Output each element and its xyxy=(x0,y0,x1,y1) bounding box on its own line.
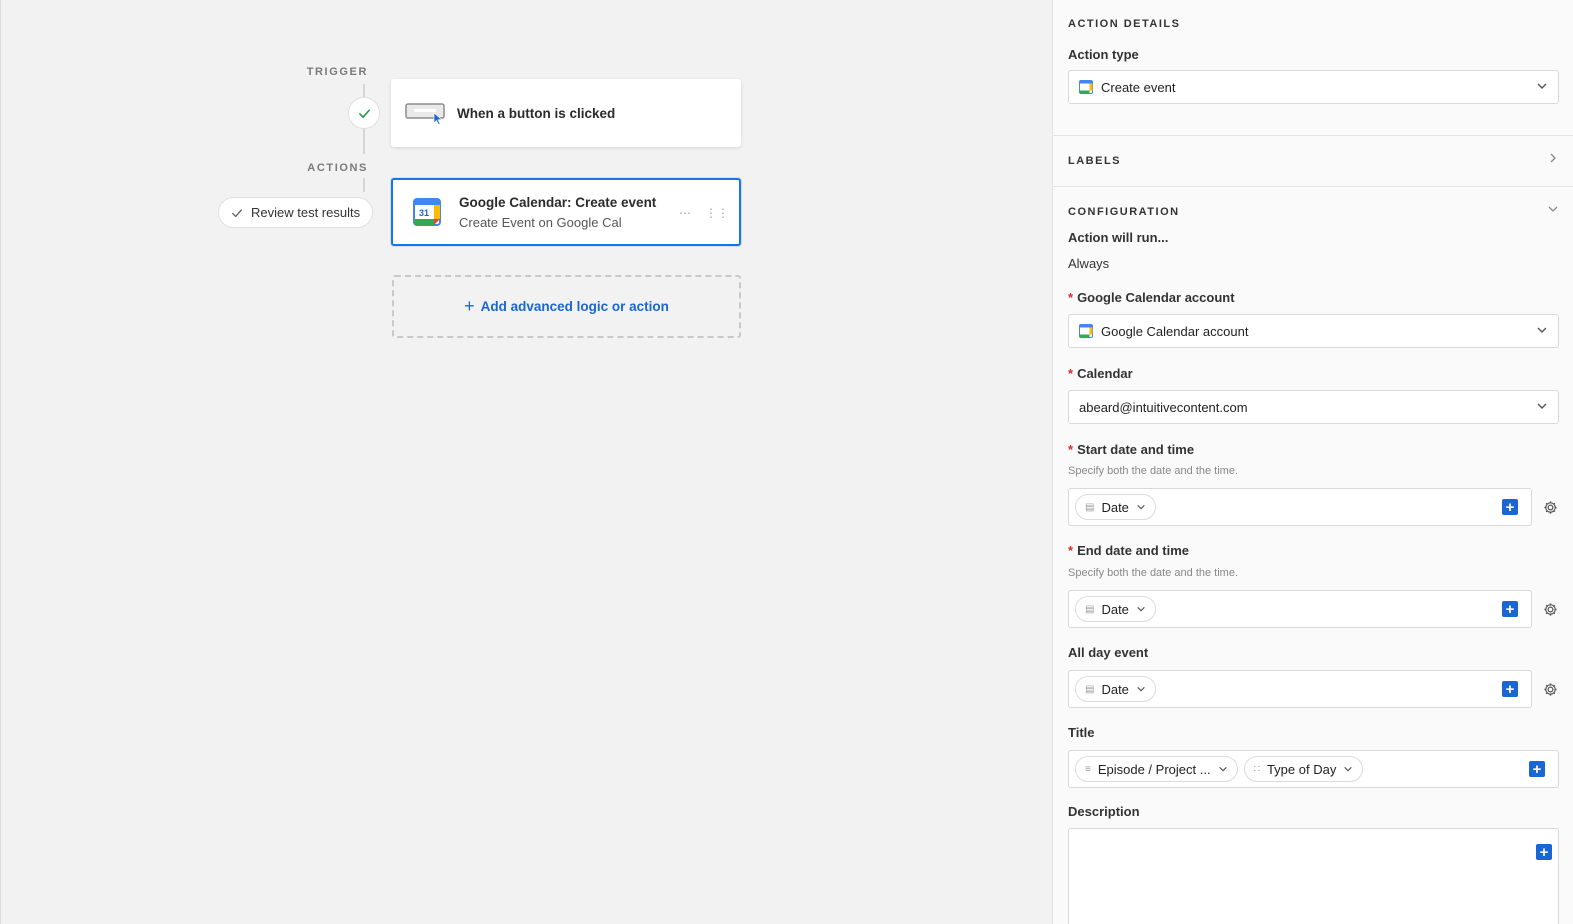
configuration-heading[interactable]: CONFIGURATION xyxy=(1068,206,1180,218)
google-calendar-account-value: Google Calendar account xyxy=(1101,323,1249,339)
action-type-label: Action type xyxy=(1068,47,1139,62)
calendar-icon: ▤ xyxy=(1085,501,1095,513)
workflow-canvas: TRIGGER ACTIONS When a button is clicked… xyxy=(0,0,1052,924)
text-field-icon: ≡ xyxy=(1085,763,1091,775)
plus-icon: + xyxy=(464,296,475,316)
gear-icon[interactable] xyxy=(1541,498,1559,516)
gear-icon[interactable] xyxy=(1541,600,1559,618)
start-date-field[interactable]: ▤ Date + xyxy=(1068,488,1532,526)
description-field[interactable]: + xyxy=(1068,828,1559,924)
chevron-down-icon xyxy=(1137,504,1145,510)
start-date-help: Specify both the date and the time. xyxy=(1068,465,1239,477)
action-type-value: Create event xyxy=(1101,79,1176,95)
check-icon xyxy=(358,108,370,118)
required-marker: * xyxy=(1068,290,1074,305)
review-test-results-button[interactable]: Review test results xyxy=(218,197,374,228)
add-action-label: Add advanced logic or action xyxy=(480,299,669,314)
action-card-google-calendar[interactable]: 31 Google Calendar: Create event Create … xyxy=(391,178,741,246)
connector-line xyxy=(363,129,365,154)
google-calendar-icon: 31 xyxy=(413,198,441,226)
drag-handle-icon[interactable]: ⋮⋮ xyxy=(705,206,729,220)
required-marker: * xyxy=(1068,543,1074,558)
token-label: Episode / Project ... xyxy=(1097,761,1211,777)
chevron-down-icon xyxy=(1344,766,1353,772)
labels-heading[interactable]: LABELS xyxy=(1068,155,1121,167)
action-details-panel: ACTION DETAILS Action type Create event … xyxy=(1052,0,1573,924)
chevron-right-icon[interactable] xyxy=(1547,152,1559,167)
end-date-help: Specify both the date and the time. xyxy=(1068,567,1239,579)
required-marker: * xyxy=(1068,442,1074,457)
end-date-field[interactable]: ▤ Date + xyxy=(1068,590,1532,628)
connector-line xyxy=(363,84,365,97)
calendar-icon: ▤ xyxy=(1085,603,1095,615)
chevron-down-icon xyxy=(1137,686,1145,692)
token-label: Date xyxy=(1101,681,1129,697)
start-date-label: * Start date and time xyxy=(1068,442,1195,457)
calendar-select[interactable]: abeard@intuitivecontent.com xyxy=(1068,390,1559,424)
select-field-icon: ∷ xyxy=(1253,763,1260,775)
action-run-value: Always xyxy=(1068,256,1110,271)
chevron-down-icon xyxy=(1536,400,1548,415)
divider xyxy=(1053,135,1573,136)
button-click-icon xyxy=(405,103,445,125)
token-label: Date xyxy=(1101,499,1129,515)
trigger-status-check xyxy=(348,97,380,129)
add-field-button[interactable]: + xyxy=(1529,761,1545,777)
chevron-down-icon[interactable] xyxy=(1547,203,1559,218)
add-field-button[interactable]: + xyxy=(1502,499,1518,515)
field-token[interactable]: ∷ Type of Day xyxy=(1243,756,1364,782)
add-logic-or-action-button[interactable]: + Add advanced logic or action xyxy=(392,275,741,338)
more-options-icon[interactable]: ⋯ xyxy=(679,206,691,220)
token-label: Date xyxy=(1101,601,1129,617)
action-run-label: Action will run... xyxy=(1068,230,1169,245)
action-details-heading: ACTION DETAILS xyxy=(1068,18,1181,30)
all-day-field[interactable]: ▤ Date + xyxy=(1068,670,1532,708)
chevron-down-icon xyxy=(1536,80,1548,95)
action-type-select[interactable]: Create event xyxy=(1068,70,1559,104)
add-field-button[interactable]: + xyxy=(1536,844,1552,860)
add-field-button[interactable]: + xyxy=(1502,681,1518,697)
actions-section-label: ACTIONS xyxy=(307,162,368,174)
trigger-card[interactable]: When a button is clicked xyxy=(391,79,741,147)
calendar-day-number: 31 xyxy=(419,208,429,218)
calendar-label: * Calendar xyxy=(1068,366,1133,381)
chevron-down-icon xyxy=(1137,606,1145,612)
google-calendar-icon xyxy=(1079,324,1093,338)
date-token[interactable]: ▤ Date xyxy=(1075,676,1156,702)
trigger-card-title: When a button is clicked xyxy=(457,105,616,121)
calendar-icon: ▤ xyxy=(1085,683,1095,695)
field-token[interactable]: ≡ Episode / Project ... xyxy=(1075,756,1238,782)
title-field[interactable]: ≡ Episode / Project ... ∷ Type of Day + xyxy=(1068,750,1559,788)
date-token[interactable]: ▤ Date xyxy=(1075,494,1156,520)
trigger-section-label: TRIGGER xyxy=(306,66,368,78)
google-calendar-icon xyxy=(1079,80,1093,94)
check-icon xyxy=(232,208,242,217)
chevron-down-icon xyxy=(1536,324,1548,339)
description-label: Description xyxy=(1068,804,1140,819)
google-calendar-account-label: * Google Calendar account xyxy=(1068,290,1235,305)
gear-icon[interactable] xyxy=(1541,680,1559,698)
date-token[interactable]: ▤ Date xyxy=(1075,596,1156,622)
required-marker: * xyxy=(1068,366,1074,381)
review-button-label: Review test results xyxy=(251,205,361,220)
google-calendar-account-select[interactable]: Google Calendar account xyxy=(1068,314,1559,348)
action-card-title: Google Calendar: Create event xyxy=(459,194,657,210)
calendar-value: abeard@intuitivecontent.com xyxy=(1079,399,1248,415)
chevron-down-icon xyxy=(1218,766,1227,772)
action-card-subtitle: Create Event on Google Cal xyxy=(459,214,622,230)
title-label: Title xyxy=(1068,725,1095,740)
add-field-button[interactable]: + xyxy=(1502,601,1518,617)
all-day-label: All day event xyxy=(1068,645,1149,660)
connector-line xyxy=(363,178,365,192)
end-date-label: * End date and time xyxy=(1068,543,1190,558)
token-label: Type of Day xyxy=(1266,761,1337,777)
divider xyxy=(1053,186,1573,187)
